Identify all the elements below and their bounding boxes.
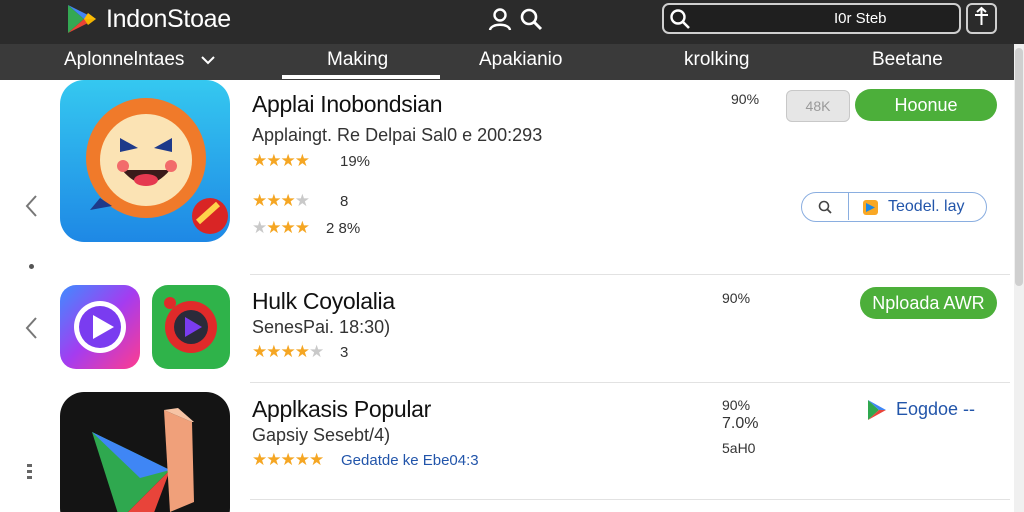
install-button[interactable]: Hoonue: [855, 89, 997, 121]
store-logo-icon: [863, 200, 878, 215]
rating-value: 19%: [340, 153, 371, 170]
app-icon-mascot[interactable]: [60, 80, 230, 242]
app-subtitle: Applaingt. Re Delpai Sal0 e 200:293: [252, 125, 543, 145]
share-button[interactable]: [966, 3, 997, 34]
top-bar: IndonStoae I0r Steb: [0, 0, 1024, 44]
app-title[interactable]: Hulk Coyolalia: [252, 288, 395, 315]
developer-link[interactable]: Gedatde ke Ebe04:3: [341, 452, 479, 469]
app-icon-video-player[interactable]: [60, 285, 140, 369]
app-title[interactable]: Applai Inobondsian: [252, 91, 443, 118]
chevron-left-icon[interactable]: [22, 315, 40, 341]
star-rating: ★★★★★: [252, 342, 324, 361]
search-input-value: I0r Steb: [834, 10, 887, 27]
scrollbar-thumb[interactable]: [1015, 48, 1023, 286]
rating-value: 2 8%: [326, 220, 361, 237]
tab-beetane[interactable]: Beetane: [872, 49, 943, 71]
store-logo-icon[interactable]: [66, 3, 98, 35]
rating-value: 8: [340, 193, 349, 210]
category-nav: Aplonnelntaes Making Apakianio krolking …: [0, 44, 1024, 80]
download-percent: 90%: [722, 290, 751, 306]
share-icon: [975, 6, 988, 25]
app-title[interactable]: Applkasis Popular: [252, 396, 431, 423]
star-rating: ★★★★: [252, 151, 310, 170]
size-button[interactable]: 48K: [786, 90, 850, 122]
search-input[interactable]: I0r Steb: [662, 3, 961, 34]
app-icon-media-player[interactable]: [152, 285, 230, 369]
tab-making[interactable]: Making: [327, 49, 388, 71]
page-dot: [29, 264, 34, 269]
app-title: IndonStoae: [106, 5, 231, 33]
more-menu-icon[interactable]: [25, 463, 35, 481]
tab-apakianio[interactable]: Apakianio: [479, 49, 562, 71]
download-percent: 7.0%: [722, 415, 759, 432]
tab-krolking[interactable]: krolking: [684, 49, 749, 71]
app-icon-play-arrow[interactable]: [60, 392, 230, 512]
active-tab-indicator: [282, 75, 440, 79]
account-icon[interactable]: [487, 6, 513, 32]
open-in-store-label: Teodel. lay: [888, 198, 965, 215]
search-icon: [670, 9, 690, 29]
app-subtitle: Gapsiy Sesebt/4): [252, 425, 391, 445]
download-percent: 90%: [722, 397, 751, 413]
star-rating: ★★★★: [252, 218, 310, 237]
download-percent: 90%: [731, 91, 760, 107]
star-rating: ★★★★★: [252, 450, 324, 469]
search-icon[interactable]: [518, 6, 544, 32]
app-subtitle: SenesPai. 18:30): [252, 317, 391, 337]
search-icon: [818, 200, 832, 214]
star-rating: ★★★★: [252, 191, 310, 210]
row-divider: [250, 499, 1010, 500]
rating-value: 3: [340, 344, 349, 361]
install-button[interactable]: Nploada AWR: [860, 287, 997, 319]
open-in-store-button[interactable]: Teodel. lay: [801, 192, 987, 222]
pill-divider: [848, 193, 849, 220]
row-divider: [250, 274, 1010, 275]
chevron-down-icon[interactable]: [200, 52, 216, 68]
row-divider: [250, 382, 1010, 383]
chevron-left-icon[interactable]: [22, 193, 40, 219]
download-size: 5aH0: [722, 440, 756, 456]
store-link[interactable]: Eogdoe --: [896, 399, 975, 420]
tab-categories[interactable]: Aplonnelntaes: [64, 49, 184, 71]
store-logo-icon[interactable]: [865, 398, 889, 422]
